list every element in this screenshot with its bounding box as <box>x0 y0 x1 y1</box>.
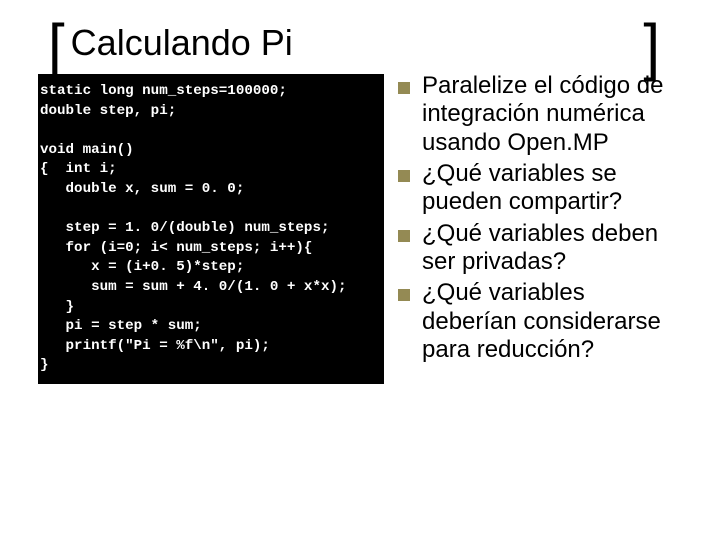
bullet-text: Paralelize el código de integración numé… <box>422 72 682 157</box>
bullet-text: ¿Qué variables se pueden compartir? <box>422 160 682 217</box>
list-item: ¿Qué variables deben ser privadas? <box>398 220 682 277</box>
bullet-text: ¿Qué variables deben ser privadas? <box>422 220 682 277</box>
bracket-left-icon: [ <box>48 17 65 63</box>
bracket-right-icon: ] <box>643 17 660 63</box>
square-bullet-icon <box>398 289 410 301</box>
content-row: static long num_steps=100000; double ste… <box>48 70 682 384</box>
bullet-list: Paralelize el código de integración numé… <box>398 70 682 367</box>
title-row: [ Calculando Pi ] <box>48 18 682 64</box>
square-bullet-icon <box>398 230 410 242</box>
bullet-text: ¿Qué variables deberían considerarse par… <box>422 279 682 364</box>
slide: [ Calculando Pi ] static long num_steps=… <box>0 0 720 540</box>
code-block: static long num_steps=100000; double ste… <box>38 74 384 384</box>
list-item: Paralelize el código de integración numé… <box>398 72 682 157</box>
list-item: ¿Qué variables se pueden compartir? <box>398 160 682 217</box>
square-bullet-icon <box>398 170 410 182</box>
square-bullet-icon <box>398 82 410 94</box>
page-title: Calculando Pi <box>71 18 293 64</box>
list-item: ¿Qué variables deberían considerarse par… <box>398 279 682 364</box>
